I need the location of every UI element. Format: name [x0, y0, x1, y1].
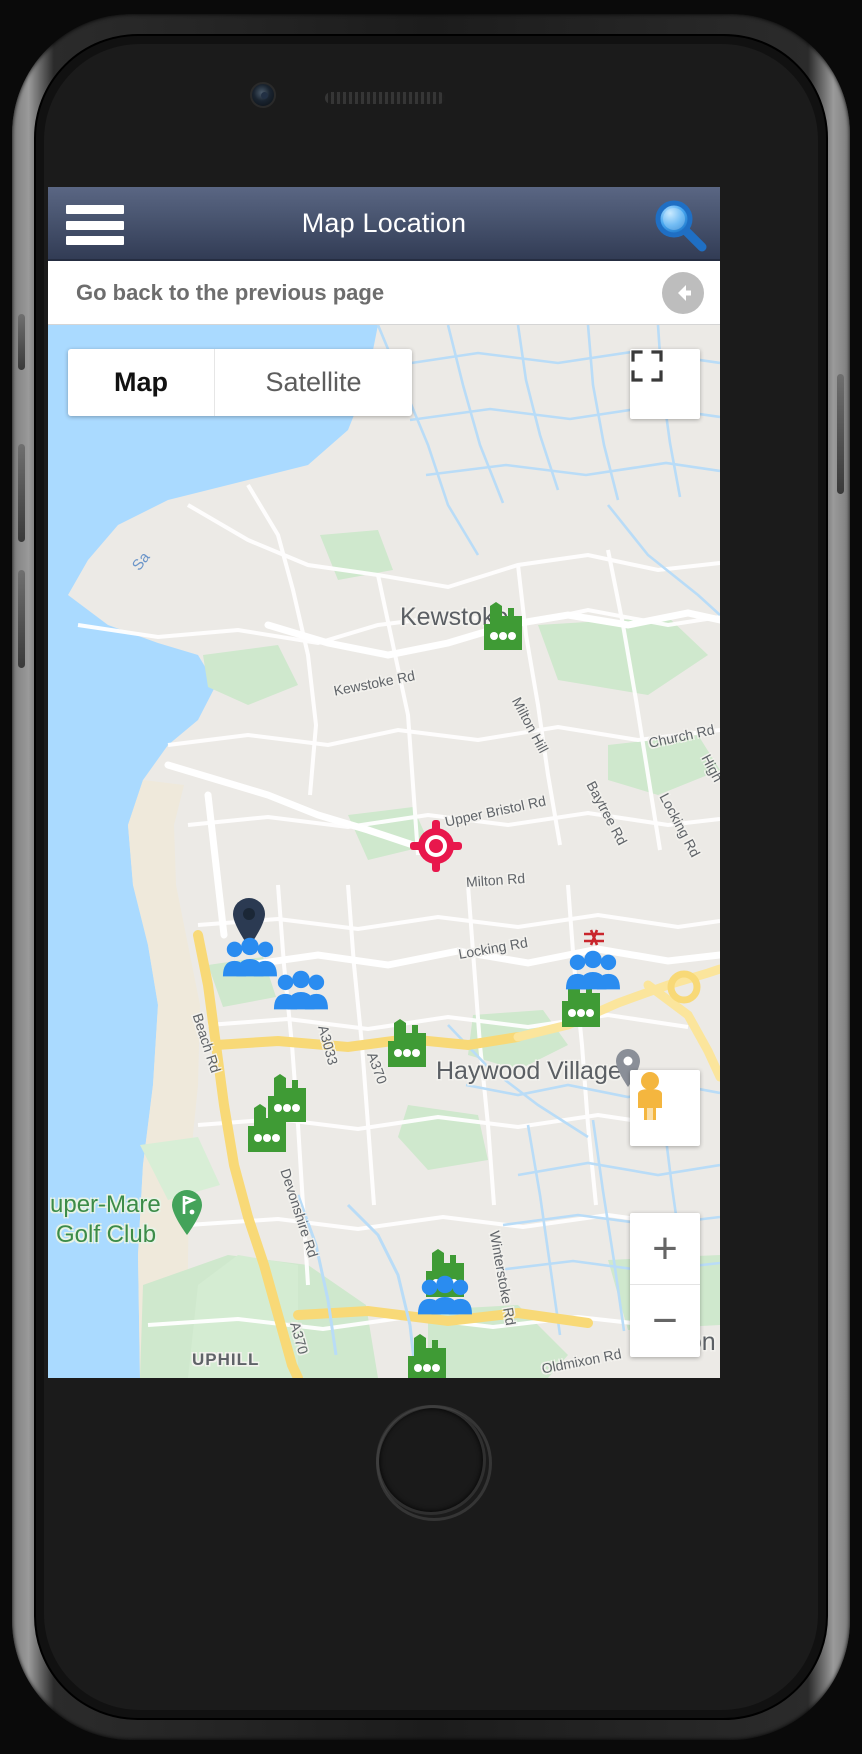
phone-screen: Map Location Go back to the previous pag…	[48, 187, 720, 1378]
fullscreen-icon[interactable]	[630, 349, 700, 419]
map-base-layer	[48, 325, 720, 1378]
zoom-out-button[interactable]: −	[630, 1285, 700, 1357]
hamburger-menu-icon[interactable]	[66, 205, 124, 245]
map-canvas[interactable]: Kewstoke Rd Milton Hill Church Rd High Upper…	[48, 325, 720, 1378]
earpiece-speaker	[325, 92, 445, 104]
page-title: Map Location	[301, 207, 467, 238]
back-navigation-bar[interactable]: Go back to the previous page	[48, 261, 720, 325]
home-button[interactable]	[376, 1405, 492, 1521]
search-icon[interactable]	[652, 197, 708, 253]
back-arrow-icon[interactable]	[662, 272, 704, 314]
map-type-satellite-button[interactable]: Satellite	[214, 349, 412, 416]
power-button[interactable]	[837, 374, 844, 494]
map-type-map-button[interactable]: Map	[68, 349, 214, 416]
app-header-bar: Map Location	[48, 187, 720, 261]
zoom-control[interactable]: + −	[630, 1213, 700, 1357]
front-camera-icon	[250, 82, 276, 108]
street-view-pegman-icon[interactable]	[630, 1070, 700, 1146]
zoom-in-button[interactable]: +	[630, 1213, 700, 1285]
map-type-control[interactable]: Map Satellite	[68, 349, 412, 416]
silent-switch[interactable]	[18, 314, 25, 370]
phone-frame: Map Location Go back to the previous pag…	[0, 0, 862, 1754]
volume-up-button[interactable]	[18, 444, 25, 542]
volume-down-button[interactable]	[18, 570, 25, 668]
back-label: Go back to the previous page	[76, 279, 385, 305]
